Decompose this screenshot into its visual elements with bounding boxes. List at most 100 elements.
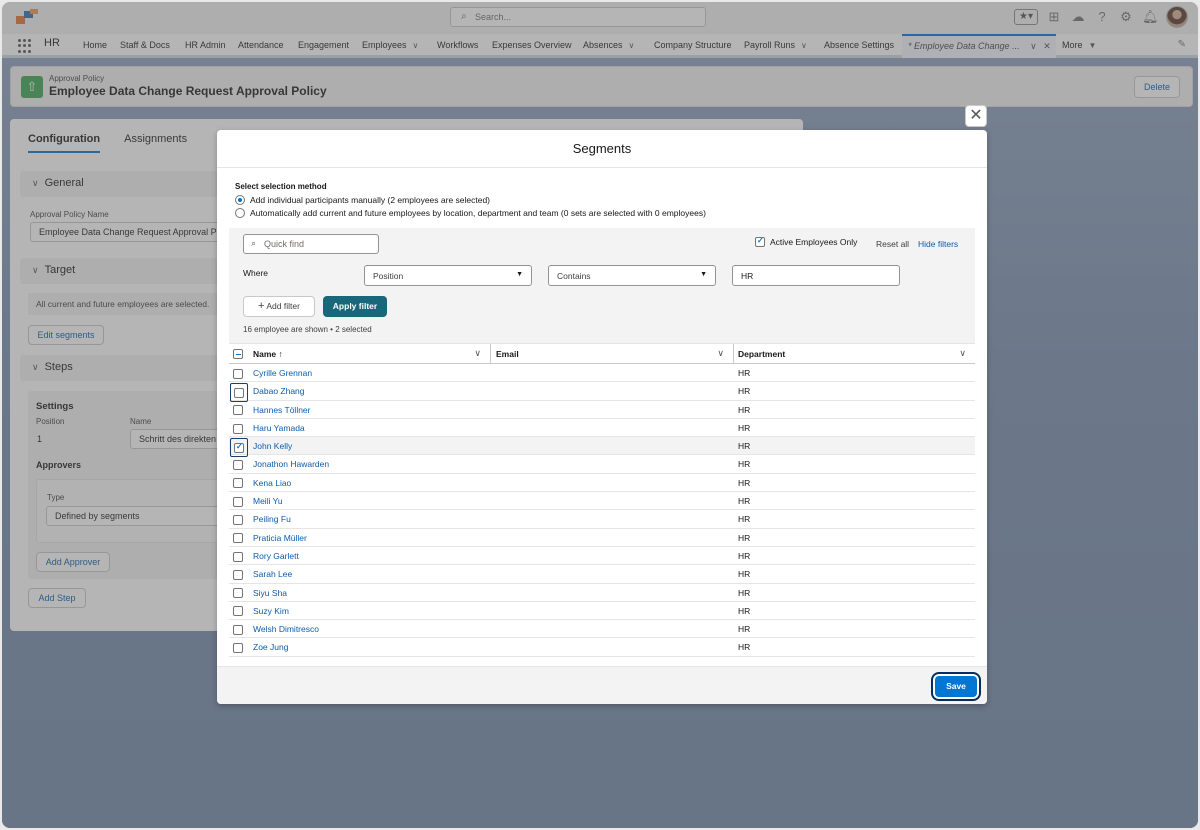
employee-name-link[interactable]: Welsh Dimitresco <box>253 624 319 634</box>
row-checkbox-wrapper[interactable] <box>233 642 243 654</box>
row-checkbox[interactable] <box>233 551 243 562</box>
table-row[interactable]: Meili Yu HR <box>229 492 975 511</box>
modal-body: Select selection method Add individual p… <box>217 168 987 666</box>
radio-manual-label: Add individual participants manually (2 … <box>250 195 491 205</box>
table-row[interactable]: Kena Liao HR <box>229 474 975 493</box>
row-checkbox[interactable] <box>233 368 243 379</box>
table-row[interactable]: Cyrille Grennan HR <box>229 364 975 383</box>
active-employees-label: Active Employees Only <box>770 237 858 247</box>
row-checkbox[interactable] <box>234 387 244 398</box>
employee-name-link[interactable]: Praticia Müller <box>253 533 307 543</box>
table-row[interactable]: Praticia Müller HR <box>229 529 975 547</box>
save-button[interactable]: Save <box>935 676 977 697</box>
row-checkbox-wrapper[interactable] <box>233 588 243 599</box>
table-row[interactable]: Jonathon Hawarden HR <box>229 455 975 474</box>
row-checkbox-wrapper[interactable] <box>233 514 243 525</box>
checkbox[interactable] <box>755 236 765 247</box>
column-department[interactable]: Department ∨ <box>738 344 974 364</box>
row-checkbox[interactable] <box>233 405 243 416</box>
employee-name-link[interactable]: Cyrille Grennan <box>253 368 312 378</box>
radio-manual[interactable]: Add individual participants manually (2 … <box>235 195 490 205</box>
radio-button[interactable] <box>235 195 245 205</box>
chevron-down-icon[interactable]: ∨ <box>474 348 481 359</box>
where-label: Where <box>243 268 269 278</box>
table-row[interactable]: Siyu Sha HR <box>229 584 975 602</box>
table-row[interactable]: Suzy Kim HR <box>229 602 975 621</box>
row-checkbox[interactable] <box>233 478 243 489</box>
reset-all-link[interactable]: Reset all <box>876 239 909 249</box>
employee-name-link[interactable]: Peiling Fu <box>253 514 291 524</box>
row-checkbox-wrapper[interactable] <box>233 569 243 580</box>
search-icon: ⌕ <box>251 238 257 248</box>
employee-name-link[interactable]: Kena Liao <box>253 478 291 488</box>
row-checkbox[interactable] <box>233 515 243 525</box>
employee-name-link[interactable]: Jonathon Hawarden <box>253 459 329 469</box>
chevron-down-icon[interactable]: ∨ <box>959 348 966 359</box>
employee-department: HR <box>738 477 751 488</box>
employee-name-link[interactable]: John Kelly <box>253 441 292 451</box>
radio-automatic[interactable]: Automatically add current and future emp… <box>235 208 706 218</box>
employee-name-link[interactable]: Meili Yu <box>253 496 283 506</box>
active-employees-toggle[interactable]: Active Employees Only <box>755 236 858 247</box>
row-checkbox[interactable] <box>233 643 243 654</box>
row-checkbox-wrapper[interactable] <box>233 624 243 635</box>
filter-value-input[interactable]: HR <box>732 265 900 286</box>
employee-name-link[interactable]: Siyu Sha <box>253 588 287 598</box>
radio-button[interactable] <box>235 208 245 218</box>
filter-operator-select[interactable]: Contains ▼ <box>548 265 716 286</box>
employee-name-link[interactable]: Sarah Lee <box>253 569 292 579</box>
column-email[interactable]: Email ∨ <box>496 344 732 364</box>
row-checkbox-wrapper[interactable] <box>233 478 243 489</box>
row-checkbox-wrapper[interactable] <box>233 405 243 416</box>
table-row[interactable]: John Kelly HR <box>229 437 975 457</box>
column-divider[interactable] <box>733 344 734 364</box>
hide-filters-link[interactable]: Hide filters <box>918 239 958 249</box>
row-checkbox-wrapper[interactable] <box>233 551 243 562</box>
employee-name-link[interactable]: Suzy Kim <box>253 606 289 616</box>
column-divider[interactable] <box>490 344 491 364</box>
table-row[interactable]: Hannes Töllner HR <box>229 401 975 419</box>
chevron-down-icon[interactable]: ∨ <box>717 348 724 359</box>
employee-name-link[interactable]: Rory Garlett <box>253 551 299 561</box>
quick-find-input[interactable]: ⌕ Quick find <box>243 234 379 254</box>
table-row[interactable]: Welsh Dimitresco HR <box>229 620 975 639</box>
employee-name-link[interactable]: Haru Yamada <box>253 423 305 433</box>
table-row[interactable]: Peiling Fu HR <box>229 510 975 529</box>
table-row[interactable]: Sarah Lee HR <box>229 565 975 584</box>
table-row[interactable]: Dabao Zhang HR <box>229 382 975 402</box>
apply-filter-button[interactable]: Apply filter <box>323 296 387 317</box>
row-checkbox[interactable] <box>234 442 244 453</box>
row-checkbox[interactable] <box>233 423 243 434</box>
row-checkbox[interactable] <box>233 606 243 617</box>
table-row[interactable]: Rory Garlett HR <box>229 547 975 566</box>
select-all-checkbox[interactable] <box>233 349 243 359</box>
row-checkbox[interactable] <box>233 569 243 580</box>
table-row[interactable]: Zoe Jung HR <box>229 638 975 657</box>
row-checkbox-wrapper[interactable] <box>233 459 243 471</box>
row-checkbox-wrapper[interactable] <box>230 383 248 402</box>
employee-name-link[interactable]: Dabao Zhang <box>253 386 305 396</box>
row-checkbox-wrapper[interactable] <box>233 368 243 379</box>
column-name[interactable]: Name ↑ ∨ <box>253 344 489 364</box>
add-filter-button[interactable]: + Add filter <box>243 296 315 317</box>
row-checkbox-wrapper[interactable] <box>230 438 248 457</box>
row-checkbox-wrapper[interactable] <box>233 533 243 544</box>
column-name-label: Name ↑ <box>253 349 283 359</box>
results-count: 16 employee are shown • 2 selected <box>243 325 372 334</box>
row-checkbox-wrapper[interactable] <box>233 423 243 434</box>
row-checkbox[interactable] <box>233 460 243 471</box>
row-checkbox-wrapper[interactable] <box>233 496 243 507</box>
row-checkbox-wrapper[interactable] <box>233 606 243 617</box>
column-department-label: Department <box>738 349 786 359</box>
employee-name-link[interactable]: Hannes Töllner <box>253 405 311 415</box>
employee-name-link[interactable]: Zoe Jung <box>253 642 288 652</box>
table-row[interactable]: Haru Yamada HR <box>229 419 975 438</box>
row-checkbox[interactable] <box>233 496 243 507</box>
close-icon[interactable]: ✕ <box>965 105 987 127</box>
row-checkbox[interactable] <box>233 588 243 599</box>
plus-icon: + <box>258 300 265 312</box>
row-checkbox[interactable] <box>233 533 243 544</box>
row-checkbox[interactable] <box>233 624 243 635</box>
employee-department: HR <box>738 441 751 452</box>
filter-field-select[interactable]: Position ▼ <box>364 265 532 286</box>
